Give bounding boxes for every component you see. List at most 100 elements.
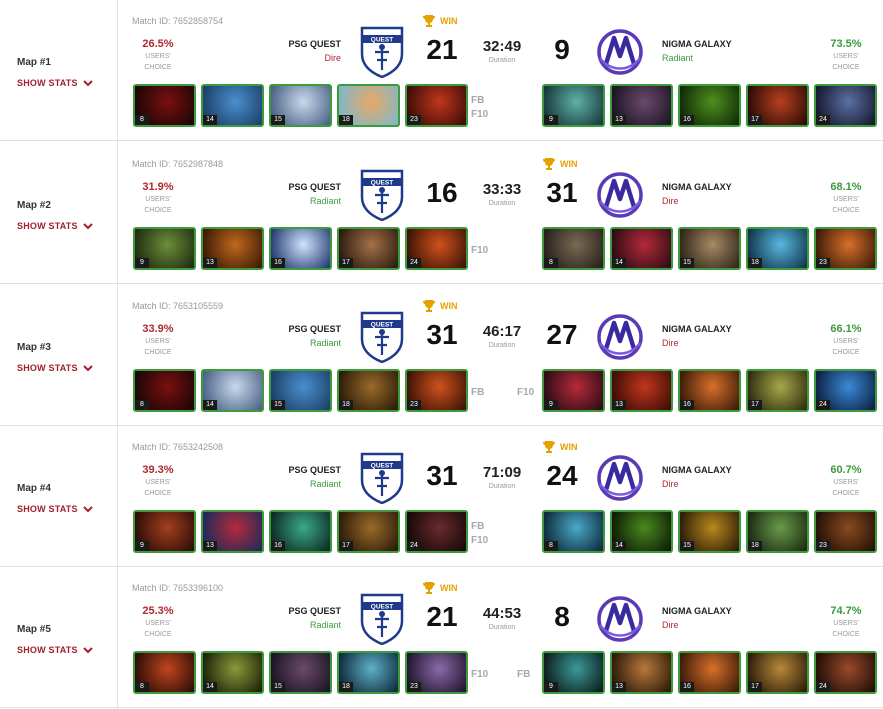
psg-quest-logo[interactable]: QUEST: [359, 169, 405, 221]
hero-portrait[interactable]: 9: [542, 651, 605, 694]
show-stats-button[interactable]: SHOW STATS: [17, 504, 93, 514]
objective-tag-f10: F10: [471, 535, 489, 546]
hero-lineup-right: 8 14 15 18 23: [542, 510, 877, 553]
nigma-galaxy-logo[interactable]: [596, 171, 644, 219]
hero-portrait[interactable]: 24: [405, 510, 468, 553]
users-choice-right-label-1: USERS': [833, 53, 859, 60]
psg-quest-logo[interactable]: QUEST: [359, 593, 405, 645]
hero-portrait[interactable]: 8: [542, 510, 605, 553]
hero-portrait[interactable]: 16: [269, 227, 332, 270]
hero-portrait[interactable]: 14: [201, 651, 264, 694]
hero-portrait[interactable]: 13: [201, 510, 264, 553]
show-stats-button[interactable]: SHOW STATS: [17, 221, 93, 231]
show-stats-button[interactable]: SHOW STATS: [17, 78, 93, 88]
hero-portrait[interactable]: 17: [746, 369, 809, 412]
hero-portrait[interactable]: 18: [337, 84, 400, 127]
team-left-name[interactable]: PSG QUEST: [288, 39, 341, 49]
nigma-galaxy-logo[interactable]: [596, 595, 644, 643]
hero-portrait[interactable]: 24: [405, 227, 468, 270]
hero-portrait[interactable]: 18: [337, 369, 400, 412]
hero-portrait[interactable]: 24: [814, 369, 877, 412]
hero-pick-order: 14: [203, 115, 217, 125]
show-stats-button[interactable]: SHOW STATS: [17, 645, 93, 655]
hero-portrait[interactable]: 13: [610, 651, 673, 694]
objective-tag-f10: F10: [471, 669, 489, 680]
users-choice-left: 39.3% USERS' CHOICE: [133, 464, 183, 498]
hero-portrait[interactable]: 23: [405, 84, 468, 127]
hero-portrait[interactable]: 23: [814, 510, 877, 553]
hero-portrait[interactable]: 18: [746, 510, 809, 553]
chevron-down-icon: [82, 646, 93, 653]
users-choice-left-pct: 33.9%: [142, 323, 174, 335]
hero-portrait[interactable]: 23: [405, 369, 468, 412]
nigma-galaxy-logo[interactable]: [596, 454, 644, 502]
hero-portrait[interactable]: 24: [814, 651, 877, 694]
hero-pick-order: 15: [271, 115, 285, 125]
team-left-name[interactable]: PSG QUEST: [288, 324, 341, 334]
hero-pick-order: 24: [407, 258, 421, 268]
hero-portrait[interactable]: 13: [610, 84, 673, 127]
hero-portrait[interactable]: 14: [610, 227, 673, 270]
hero-portrait[interactable]: 14: [201, 84, 264, 127]
hero-portrait[interactable]: 17: [746, 84, 809, 127]
hero-portrait[interactable]: 15: [678, 227, 741, 270]
hero-portrait[interactable]: 14: [201, 369, 264, 412]
hero-portrait[interactable]: 18: [746, 227, 809, 270]
team-left-name[interactable]: PSG QUEST: [288, 465, 341, 475]
hero-portrait[interactable]: 8: [133, 369, 196, 412]
hero-portrait[interactable]: 17: [746, 651, 809, 694]
show-stats-button[interactable]: SHOW STATS: [17, 363, 93, 373]
hero-portrait[interactable]: 16: [269, 510, 332, 553]
psg-quest-logo[interactable]: QUEST: [359, 452, 405, 504]
hero-portrait[interactable]: 9: [133, 510, 196, 553]
hero-portrait[interactable]: 17: [337, 227, 400, 270]
hero-portrait[interactable]: 24: [814, 84, 877, 127]
hero-portrait[interactable]: 17: [337, 510, 400, 553]
hero-pick-order: 8: [135, 115, 149, 125]
team-right-name[interactable]: NIGMA GALAXY: [662, 606, 732, 616]
users-choice-right-label-2: CHOICE: [832, 64, 860, 71]
hero-pick-order: 23: [407, 682, 421, 692]
team-right-name[interactable]: NIGMA GALAXY: [662, 39, 732, 49]
hero-portrait[interactable]: 9: [542, 84, 605, 127]
hero-portrait[interactable]: 8: [133, 651, 196, 694]
nigma-galaxy-logo[interactable]: [596, 313, 644, 361]
hero-portrait[interactable]: 15: [678, 510, 741, 553]
team-right-name[interactable]: NIGMA GALAXY: [662, 182, 732, 192]
hero-portrait[interactable]: 15: [269, 369, 332, 412]
score-left: 31: [426, 460, 458, 491]
hero-portrait[interactable]: 8: [133, 84, 196, 127]
hero-portrait[interactable]: 18: [337, 651, 400, 694]
hero-portrait[interactable]: 16: [678, 369, 741, 412]
team-right-name[interactable]: NIGMA GALAXY: [662, 324, 732, 334]
hero-portrait[interactable]: 16: [678, 651, 741, 694]
hero-portrait[interactable]: 15: [269, 651, 332, 694]
hero-portrait[interactable]: 23: [405, 651, 468, 694]
team-left-side: Radiant: [309, 196, 341, 206]
hero-portrait[interactable]: 13: [201, 227, 264, 270]
hero-portrait[interactable]: 16: [678, 84, 741, 127]
hero-pick-order: 14: [612, 541, 626, 551]
nigma-galaxy-logo[interactable]: [596, 28, 644, 76]
team-right: NIGMA GALAXY Dire: [662, 606, 732, 630]
psg-quest-logo[interactable]: QUEST: [359, 311, 405, 363]
hero-portrait[interactable]: 13: [610, 369, 673, 412]
users-choice-right-pct: 74.7%: [830, 605, 862, 617]
hero-portrait[interactable]: 23: [814, 227, 877, 270]
hero-portrait[interactable]: 8: [542, 227, 605, 270]
team-left-name[interactable]: PSG QUEST: [288, 606, 341, 616]
match-id: Match ID: 7652858754: [132, 16, 224, 26]
psg-quest-logo[interactable]: QUEST: [359, 26, 405, 78]
match-id: Match ID: 7653396100: [132, 583, 224, 593]
team-right-side: Dire: [662, 338, 679, 348]
hero-portrait[interactable]: 9: [133, 227, 196, 270]
hero-pick-order: 24: [816, 682, 830, 692]
hero-portrait[interactable]: 9: [542, 369, 605, 412]
hero-portrait[interactable]: 14: [610, 510, 673, 553]
team-left-name[interactable]: PSG QUEST: [288, 182, 341, 192]
hero-portrait[interactable]: 15: [269, 84, 332, 127]
team-left: PSG QUEST Radiant: [288, 606, 341, 630]
team-right-name[interactable]: NIGMA GALAXY: [662, 465, 732, 475]
hero-pick-order: 17: [339, 541, 353, 551]
users-choice-right-label-1: USERS': [833, 479, 859, 486]
